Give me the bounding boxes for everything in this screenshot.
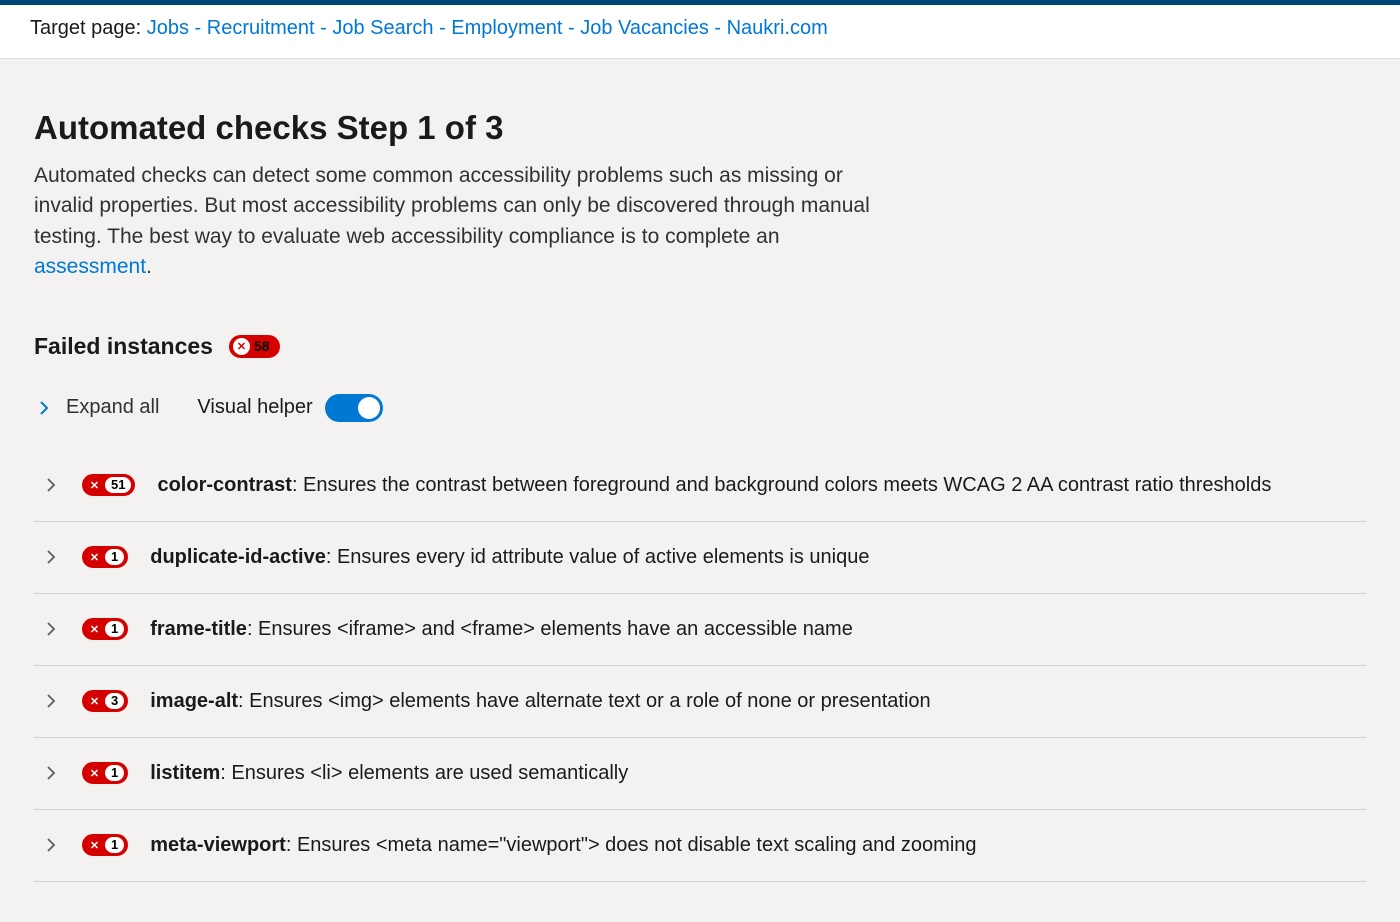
rule-name: color-contrast (157, 474, 291, 496)
rule-name: meta-viewport (150, 834, 286, 856)
expand-all-label: Expand all (66, 396, 159, 419)
failed-count-value: 58 (254, 338, 270, 354)
target-page-label: Target page: (30, 17, 147, 39)
rule-text: duplicate-id-active: Ensures every id at… (150, 546, 869, 569)
page-title: Automated checks Step 1 of 3 (34, 109, 1366, 147)
rule-description: : Ensures <li> elements are used semanti… (220, 762, 628, 784)
chevron-right-icon[interactable] (42, 837, 60, 853)
rule-count-badge: ✕1 (82, 834, 128, 856)
rule-name: duplicate-id-active (150, 546, 326, 568)
toolbar: Expand all Visual helper (34, 394, 1366, 422)
rule-row: ✕3 image-alt: Ensures <img> elements have… (34, 666, 1366, 738)
rule-row: ✕1 listitem: Ensures <li> elements are us… (34, 738, 1366, 810)
expand-all-button[interactable]: Expand all (36, 396, 159, 419)
rule-count-badge: ✕1 (82, 618, 128, 640)
rule-name: listitem (150, 762, 220, 784)
assessment-link[interactable]: assessment (34, 255, 146, 278)
close-icon: ✕ (87, 766, 102, 781)
rule-description: : Ensures the contrast between foregroun… (292, 474, 1271, 496)
failed-count-badge: 58 (229, 335, 280, 358)
rule-text: meta-viewport: Ensures <meta name="viewp… (150, 834, 976, 857)
rule-row: ✕1 duplicate-id-active: Ensures every id … (34, 522, 1366, 594)
rule-count-value: 1 (105, 765, 124, 781)
rule-text: listitem: Ensures <li> elements are used… (150, 762, 628, 785)
chevron-right-icon[interactable] (42, 693, 60, 709)
close-icon: ✕ (87, 622, 102, 637)
close-icon: ✕ (87, 478, 102, 493)
chevron-right-icon[interactable] (42, 765, 60, 781)
rule-description: : Ensures every id attribute value of ac… (326, 546, 870, 568)
rule-count-badge: ✕51 (82, 474, 135, 496)
page-description: Automated checks can detect some common … (34, 161, 884, 283)
rule-description: : Ensures <img> elements have alternate … (238, 690, 931, 712)
close-icon (233, 338, 250, 355)
main-content: Automated checks Step 1 of 3 Automated c… (0, 59, 1400, 922)
rule-count-value: 1 (105, 621, 124, 637)
rule-name: image-alt (150, 690, 238, 712)
rules-list: ✕51color-contrast: Ensures the contrast … (34, 450, 1366, 882)
rule-count-value: 3 (105, 693, 124, 709)
rule-count-badge: ✕3 (82, 690, 128, 712)
rule-text: image-alt: Ensures <img> elements have a… (150, 690, 930, 713)
rule-name: frame-title (150, 618, 247, 640)
target-page-link[interactable]: Jobs - Recruitment - Job Search - Employ… (147, 17, 828, 39)
rule-description: : Ensures <iframe> and <frame> elements … (247, 618, 853, 640)
failed-instances-header: Failed instances 58 (34, 333, 1366, 360)
rule-text: color-contrast: Ensures the contrast bet… (157, 474, 1271, 497)
rule-count-badge: ✕1 (82, 762, 128, 784)
visual-helper-label: Visual helper (197, 396, 312, 419)
rule-count-value: 1 (105, 837, 124, 853)
chevron-right-icon[interactable] (42, 549, 60, 565)
rule-count-value: 1 (105, 549, 124, 565)
rule-row: ✕1 meta-viewport: Ensures <meta name="vie… (34, 810, 1366, 882)
visual-helper-control: Visual helper (197, 394, 382, 422)
rule-description: : Ensures <meta name="viewport"> does no… (286, 834, 977, 856)
rule-text: frame-title: Ensures <iframe> and <frame… (150, 618, 853, 641)
chevron-right-icon[interactable] (42, 621, 60, 637)
close-icon: ✕ (87, 838, 102, 853)
failed-instances-heading: Failed instances (34, 333, 213, 360)
rule-row: ✕1 frame-title: Ensures <iframe> and <fra… (34, 594, 1366, 666)
target-page-bar: Target page: Jobs - Recruitment - Job Se… (0, 5, 1400, 59)
close-icon: ✕ (87, 694, 102, 709)
toggle-knob (358, 397, 380, 419)
description-suffix: . (146, 255, 152, 278)
visual-helper-toggle[interactable] (325, 394, 383, 422)
close-icon: ✕ (87, 550, 102, 565)
chevron-right-icon (36, 400, 52, 416)
description-text: Automated checks can detect some common … (34, 164, 870, 248)
chevron-right-icon[interactable] (42, 477, 60, 493)
rule-count-badge: ✕1 (82, 546, 128, 568)
rule-row: ✕51 color-contrast: Ensures the contrast … (34, 450, 1366, 522)
rule-count-value: 51 (105, 477, 131, 493)
